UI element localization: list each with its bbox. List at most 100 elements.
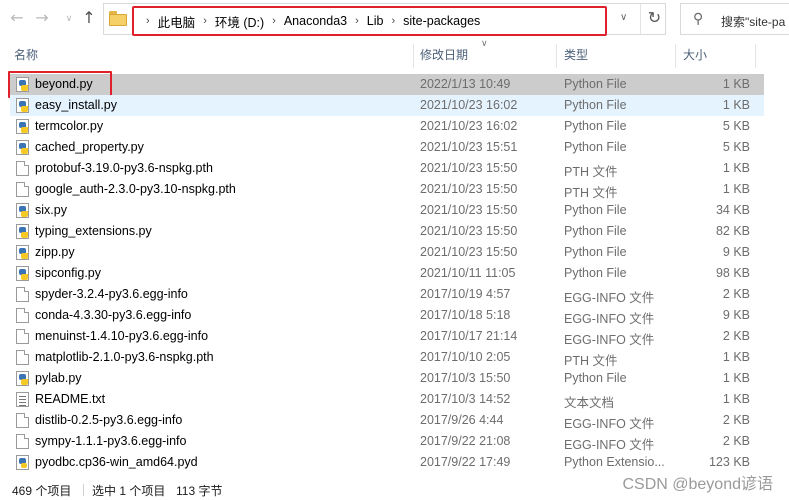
file-date: 2021/10/11 11:05 — [420, 266, 516, 280]
search-placeholder: 搜索"site-pa — [721, 15, 786, 29]
file-type: Python File — [564, 119, 627, 133]
column-header-name[interactable]: 名称 — [6, 40, 38, 70]
column-header-date[interactable]: 修改日期 — [412, 40, 468, 70]
column-header-size[interactable]: 大小 — [675, 40, 707, 70]
file-date: 2017/10/3 14:52 — [420, 392, 511, 406]
table-row[interactable]: conda-4.3.30-py3.6.egg-info 2017/10/18 5… — [10, 305, 764, 326]
breadcrumb: › 此电脑 › 环境 (D:) › Anaconda3 › Lib › site… — [132, 6, 607, 36]
address-history-chevron-icon[interactable]: ∨ — [620, 12, 627, 23]
file-name: spyder-3.2.4-py3.6.egg-info — [35, 287, 188, 301]
navigation-bar: ← → ∨ ↑ › 此电脑 › 环境 (D:) › Anaconda3 › Li… — [0, 0, 789, 38]
column-header-type[interactable]: 类型 — [556, 40, 588, 70]
table-row[interactable]: six.py 2021/10/23 15:50 Python File 34 K… — [10, 200, 764, 221]
breadcrumb-anaconda3[interactable]: Anaconda3 — [280, 14, 351, 28]
forward-arrow-icon[interactable]: → — [33, 9, 51, 27]
sort-descending-chevron-icon: ∨ — [481, 38, 488, 48]
table-row[interactable]: spyder-3.2.4-py3.6.egg-info 2017/10/19 4… — [10, 284, 764, 305]
file-size: 1 KB — [722, 182, 750, 196]
table-row[interactable]: pylab.py 2017/10/3 15:50 Python File 1 K… — [10, 368, 764, 389]
table-row[interactable]: zipp.py 2021/10/23 15:50 Python File 9 K… — [10, 242, 764, 263]
column-divider[interactable] — [755, 44, 756, 68]
file-name: matplotlib-2.1.0-py3.6-nspkg.pth — [35, 350, 214, 364]
python-extension-icon — [16, 455, 29, 470]
breadcrumb-separator-icon[interactable]: › — [142, 15, 154, 27]
back-arrow-icon[interactable]: ← — [8, 9, 26, 27]
up-arrow-icon[interactable]: ↑ — [80, 9, 98, 27]
file-size: 2 KB — [722, 287, 750, 301]
table-row[interactable]: sympy-1.1.1-py3.6.egg-info 2017/9/22 21:… — [10, 431, 764, 452]
search-input[interactable]: ⚲ 搜索"site-pa — [680, 3, 789, 35]
breadcrumb-separator-icon[interactable]: › — [199, 15, 211, 27]
file-type: PTH 文件 — [564, 186, 618, 200]
file-date: 2021/10/23 15:50 — [420, 161, 518, 175]
python-file-icon — [16, 224, 29, 239]
file-type: 文本文档 — [564, 396, 615, 410]
breadcrumb-separator-icon[interactable]: › — [268, 15, 280, 27]
item-count: 469 个项目 — [12, 484, 72, 498]
recent-locations-chevron-icon[interactable]: ∨ — [60, 10, 78, 28]
file-size: 1 KB — [722, 77, 750, 91]
table-row[interactable]: cached_property.py 2021/10/23 15:51 Pyth… — [10, 137, 764, 158]
file-type: EGG-INFO 文件 — [564, 417, 655, 431]
python-file-icon — [16, 371, 29, 386]
table-row[interactable]: distlib-0.2.5-py3.6.egg-info 2017/9/26 4… — [10, 410, 764, 431]
table-row-hover[interactable]: easy_install.py 2021/10/23 16:02 Python … — [10, 95, 764, 116]
file-name: typing_extensions.py — [35, 224, 152, 238]
python-file-icon — [16, 77, 29, 92]
file-size: 82 KB — [715, 224, 750, 238]
file-size: 1 KB — [722, 371, 750, 385]
file-name: README.txt — [35, 392, 106, 406]
breadcrumb-separator-icon[interactable]: › — [387, 15, 399, 27]
file-icon — [16, 182, 29, 197]
file-size: 123 KB — [708, 455, 750, 469]
table-row[interactable]: README.txt 2017/10/3 14:52 文本文档 1 KB — [10, 389, 764, 410]
file-size: 1 KB — [722, 98, 750, 112]
file-size: 5 KB — [722, 119, 750, 133]
file-name: google_auth-2.3.0-py3.10-nspkg.pth — [35, 182, 236, 196]
table-row[interactable]: termcolor.py 2021/10/23 16:02 Python Fil… — [10, 116, 764, 137]
python-file-icon — [16, 266, 29, 281]
breadcrumb-this-pc[interactable]: 此电脑 — [154, 12, 200, 31]
file-name: sipconfig.py — [35, 266, 102, 280]
breadcrumb-site-packages[interactable]: site-packages — [399, 14, 484, 28]
table-row[interactable]: google_auth-2.3.0-py3.10-nspkg.pth 2021/… — [10, 179, 764, 200]
table-row[interactable]: typing_extensions.py 2021/10/23 15:50 Py… — [10, 221, 764, 242]
breadcrumb-drive-d[interactable]: 环境 (D:) — [211, 12, 268, 31]
file-name: sympy-1.1.1-py3.6.egg-info — [35, 434, 187, 448]
table-row[interactable]: sipconfig.py 2021/10/11 11:05 Python Fil… — [10, 263, 764, 284]
file-date: 2017/10/17 21:14 — [420, 329, 518, 343]
file-icon — [16, 287, 29, 302]
file-icon — [16, 350, 29, 365]
table-row-selected[interactable]: beyond.py 2022/1/13 10:49 Python File 1 … — [8, 71, 764, 98]
file-size: 9 KB — [722, 308, 750, 322]
address-bar[interactable]: › 此电脑 › 环境 (D:) › Anaconda3 › Lib › site… — [103, 3, 668, 36]
file-type: PTH 文件 — [564, 165, 618, 179]
file-name: six.py — [35, 203, 67, 217]
table-row[interactable]: protobuf-3.19.0-py3.6-nspkg.pth 2021/10/… — [10, 158, 764, 179]
file-type: Python File — [564, 140, 627, 154]
file-date: 2017/9/26 4:44 — [420, 413, 504, 427]
breadcrumb-lib[interactable]: Lib — [363, 14, 388, 28]
python-file-icon — [16, 98, 29, 113]
file-icon — [16, 308, 29, 323]
file-name: conda-4.3.30-py3.6.egg-info — [35, 308, 192, 322]
python-file-icon — [16, 140, 29, 155]
file-type: EGG-INFO 文件 — [564, 333, 655, 347]
file-type: Python File — [564, 266, 627, 280]
breadcrumb-separator-icon[interactable]: › — [351, 15, 363, 27]
file-size: 1 KB — [722, 392, 750, 406]
refresh-icon[interactable]: ↻ — [640, 4, 668, 34]
file-name: easy_install.py — [35, 98, 117, 112]
file-type: Python File — [564, 203, 627, 217]
file-icon — [16, 161, 29, 176]
file-icon — [16, 413, 29, 428]
file-date: 2021/10/23 16:02 — [420, 98, 518, 112]
python-file-icon — [16, 119, 29, 134]
file-size: 5 KB — [722, 140, 750, 154]
file-date: 2017/10/3 15:50 — [420, 371, 511, 385]
file-date: 2017/9/22 21:08 — [420, 434, 511, 448]
table-row[interactable]: matplotlib-2.1.0-py3.6-nspkg.pth 2017/10… — [10, 347, 764, 368]
table-row[interactable]: menuinst-1.4.10-py3.6.egg-info 2017/10/1… — [10, 326, 764, 347]
folder-icon — [109, 11, 127, 26]
file-type: EGG-INFO 文件 — [564, 438, 655, 452]
